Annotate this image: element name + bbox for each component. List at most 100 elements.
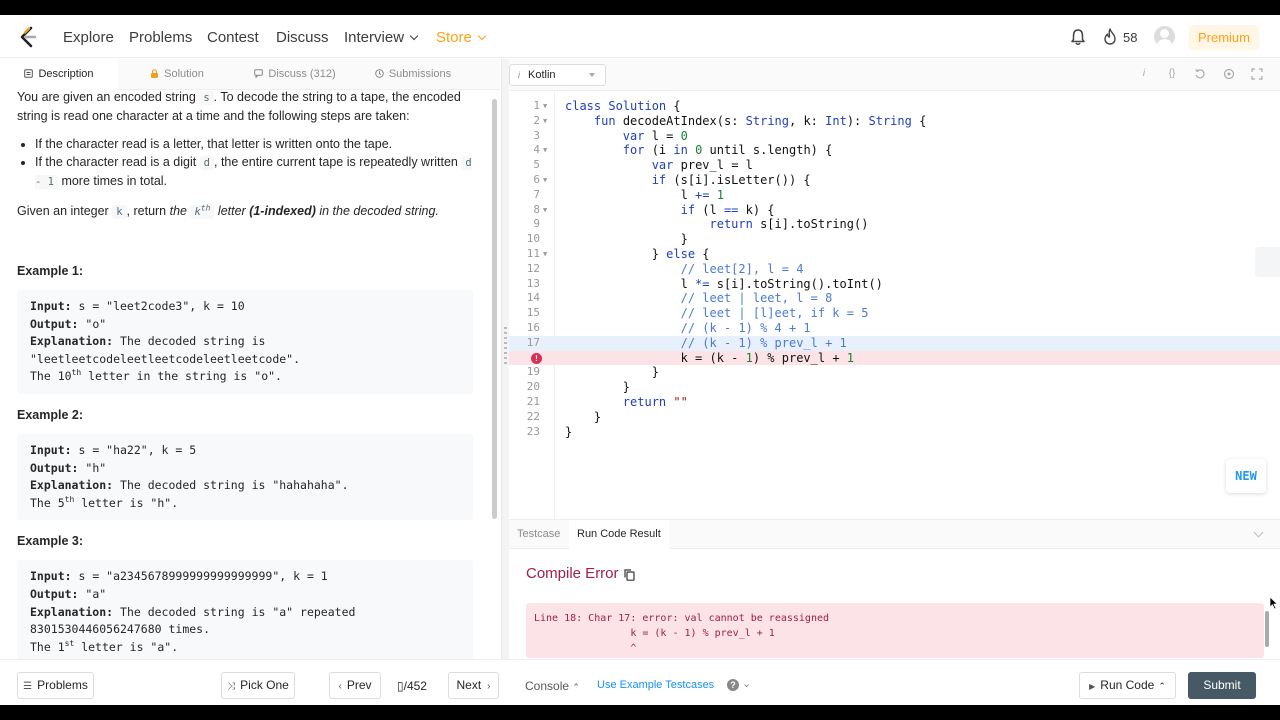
submit-button[interactable]: Submit	[1188, 672, 1256, 699]
code-text: if (s[i].isLetter()) {	[651, 173, 811, 187]
code-line[interactable]: 1 ▼ class Solution {	[509, 99, 1280, 114]
help-icon[interactable]: ?	[727, 679, 739, 691]
reset-icon[interactable]	[1194, 68, 1206, 80]
streak-count: 58	[1123, 30, 1138, 45]
problem-pager[interactable]: ▯/452	[397, 679, 427, 693]
desc-text: You are given an encoded string	[17, 90, 200, 104]
nav-explore[interactable]: Explore	[63, 29, 114, 46]
line-number: 14	[526, 291, 540, 305]
code-text: // (k - 1) % prev_l + 1	[680, 335, 847, 350]
code-line[interactable]: 11 ▼ } else {	[509, 247, 1280, 262]
flame-icon[interactable]	[1103, 28, 1117, 45]
explanation-label: Explanation:	[30, 604, 114, 619]
avatar[interactable]	[1154, 26, 1175, 47]
leetcode-app: Explore Problems Contest Discuss Intervi…	[0, 15, 1280, 705]
fold-icon[interactable]: ▼	[543, 99, 547, 114]
code-line[interactable]: 2 ▼ fun decodeAtIndex(s: String, k: Int):…	[509, 114, 1280, 129]
fullscreen-icon[interactable]	[1251, 68, 1263, 80]
nav-store[interactable]: Store	[436, 29, 487, 46]
line-number: 6	[533, 173, 540, 186]
code-line[interactable]: 23}	[509, 425, 1280, 440]
code-text: return ""	[622, 395, 688, 409]
example-output: Output: "h"	[30, 460, 460, 478]
leetcode-logo-icon[interactable]	[18, 26, 38, 48]
code-line[interactable]: 4 ▼ for (i in 0 until s.length) {	[509, 143, 1280, 158]
fold-icon[interactable]: ▼	[543, 143, 547, 158]
tab-testcase[interactable]: Testcase	[509, 520, 568, 549]
code-line[interactable]: 19 }	[509, 365, 1280, 380]
rule-text: If the character read is a letter, that …	[35, 137, 393, 151]
code-line[interactable]: ! k = (k - 1) % prev_l + 1	[509, 350, 1280, 366]
panel-resize-handle[interactable]	[501, 59, 509, 659]
code-line[interactable]: 15 // leet | [l]eet, if k = 5	[509, 306, 1280, 321]
code-line[interactable]: 3 var l = 0	[509, 129, 1280, 144]
tab-submissions[interactable]: Submissions	[354, 59, 472, 90]
pager-icon: ▯	[397, 679, 404, 693]
language-select[interactable]: i Kotlin	[509, 64, 606, 86]
caret-down-icon[interactable]: ⌄	[742, 677, 751, 690]
premium-button[interactable]: Premium	[1189, 25, 1259, 50]
code-line[interactable]: 8 ▼ if (l == k) {	[509, 203, 1280, 218]
drag-handle-icon	[504, 327, 507, 367]
code-line[interactable]: 7 l += 1	[509, 188, 1280, 203]
code-line[interactable]: 12 // leet[2], l = 4	[509, 262, 1280, 277]
fold-icon[interactable]: ▼	[543, 203, 547, 218]
new-feature-badge[interactable]: NEW	[1226, 459, 1266, 493]
desc-text: the	[169, 204, 191, 218]
example-title: Example 1:	[17, 264, 84, 278]
use-example-testcases-link[interactable]: Use Example Testcases	[597, 679, 714, 691]
chevron-down-icon[interactable]	[1253, 527, 1264, 538]
nav-interview[interactable]: Interview	[344, 29, 419, 46]
bell-icon[interactable]	[1070, 28, 1086, 46]
settings-icon[interactable]	[1223, 68, 1235, 80]
output-label: Output:	[30, 460, 79, 475]
run-code-button[interactable]: ▶ Run Code ⌃	[1079, 672, 1176, 699]
problems-button[interactable]: ☰ Problems	[17, 672, 94, 699]
nav-contest[interactable]: Contest	[207, 29, 259, 46]
info-icon[interactable]: i	[1138, 68, 1150, 80]
nav-discuss[interactable]: Discuss	[276, 29, 329, 46]
braces-icon[interactable]: {}	[1164, 68, 1180, 80]
explanation-label: Explanation:	[30, 334, 114, 349]
chevron-left-icon: ‹	[338, 681, 342, 692]
nav-interview-label: Interview	[344, 29, 405, 46]
tab-solution[interactable]: Solution	[118, 59, 236, 90]
next-button[interactable]: Next ›	[448, 672, 499, 699]
desc-text: , return	[126, 204, 170, 218]
caret-down-icon	[589, 73, 595, 77]
fold-icon[interactable]: ▼	[543, 173, 547, 188]
code-editor[interactable]: 1 ▼ class Solution {2 ▼ fun decodeAtIndex(s…	[509, 91, 1280, 519]
code-line[interactable]: 17 // (k - 1) % prev_l + 1	[509, 335, 1280, 351]
code-line[interactable]: 5 var prev_l = l	[509, 158, 1280, 173]
code-line[interactable]: 20 }	[509, 380, 1280, 395]
console-toggle[interactable]: Console ⌃	[525, 679, 580, 693]
conclusion-text: The 5	[30, 495, 65, 510]
code-line[interactable]: 22 }	[509, 410, 1280, 425]
code-line[interactable]: 14 // leet | leet, l = 8	[509, 291, 1280, 306]
example-output: Output: "o"	[30, 316, 460, 334]
description-scrollbar[interactable]	[492, 99, 497, 519]
code-line[interactable]: 13 l *= s[i].toString().toInt()	[509, 277, 1280, 292]
code-line[interactable]: 9 return s[i].toString()	[509, 217, 1280, 232]
tab-description[interactable]: Description	[0, 59, 118, 90]
fold-icon[interactable]: ▼	[543, 247, 547, 262]
error-marker-icon[interactable]: !	[531, 352, 542, 364]
tab-discuss[interactable]: Discuss (312)	[236, 59, 354, 90]
code-line[interactable]: 21 return ""	[509, 395, 1280, 410]
feedback-side-tab[interactable]	[1255, 247, 1280, 277]
caret-up-icon: ⌃	[1158, 681, 1166, 691]
line-number: 22	[526, 409, 540, 423]
pick-one-button[interactable]: ⤨ Pick One	[221, 672, 295, 699]
code-line[interactable]: 10 }	[509, 232, 1280, 247]
editor-toolbar: i Kotlin i {}	[509, 59, 1280, 91]
copy-icon[interactable]	[624, 569, 635, 581]
error-scrollbar[interactable]	[1265, 611, 1269, 647]
code-line[interactable]: 16 // (k - 1) % 4 + 1	[509, 321, 1280, 336]
fold-icon[interactable]: ▼	[543, 114, 547, 129]
nav-problems[interactable]: Problems	[129, 29, 192, 46]
code-line[interactable]: 6 ▼ if (s[i].isLetter()) {	[509, 173, 1280, 188]
tab-run-code-result[interactable]: Run Code Result	[569, 520, 669, 549]
code-text: }	[565, 232, 688, 247]
conclusion-text: The 1	[30, 639, 65, 654]
prev-button[interactable]: ‹ Prev	[329, 672, 381, 699]
